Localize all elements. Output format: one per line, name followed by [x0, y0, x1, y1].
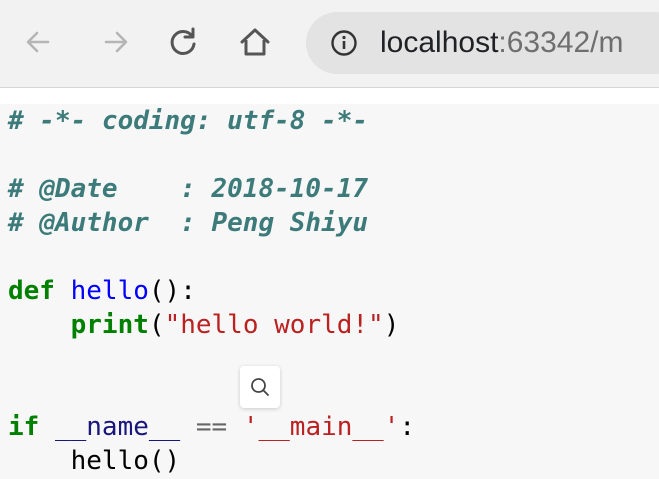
- page-content: # -*- coding: utf-8 -*- # @Date : 2018-1…: [0, 104, 659, 479]
- reload-button[interactable]: [163, 22, 203, 62]
- arrow-left-icon: [26, 31, 50, 53]
- comment-date: # @Date : 2018-10-17: [8, 174, 369, 204]
- home-button[interactable]: [235, 22, 275, 62]
- string-hello-world: "hello world!": [164, 310, 384, 340]
- paren-close: ): [383, 310, 400, 340]
- operator-eq: ==: [195, 412, 228, 442]
- lookup-popup-button[interactable]: [240, 366, 280, 408]
- arrow-right-icon: [104, 31, 128, 53]
- reload-icon: [170, 27, 196, 55]
- paren-open: (: [148, 310, 165, 340]
- builtin-print: print: [70, 310, 149, 340]
- call-hello: hello(): [8, 446, 181, 476]
- function-params: ():: [148, 276, 196, 306]
- home-icon: [240, 28, 270, 56]
- code-line-7: print("hello world!"): [8, 308, 415, 342]
- colon: :: [399, 412, 416, 442]
- browser-toolbar: localhost:63342/m: [0, 0, 659, 88]
- info-circle-icon[interactable]: [330, 29, 358, 57]
- function-name: hello: [70, 276, 149, 306]
- code-line-6: def hello():: [8, 274, 415, 308]
- back-button[interactable]: [18, 22, 58, 62]
- string-main: '__main__': [242, 412, 400, 442]
- keyword-if: if: [8, 412, 40, 442]
- url-text[interactable]: localhost:63342/m: [380, 24, 624, 62]
- code-line-4: # @Author : Peng Shiyu: [8, 206, 415, 240]
- search-icon: [251, 378, 269, 396]
- address-bar[interactable]: localhost:63342/m: [306, 12, 659, 74]
- code-block: # -*- coding: utf-8 -*- # @Date : 2018-1…: [8, 104, 415, 478]
- dunder-name: __name__: [54, 412, 181, 442]
- code-line-11: hello(): [8, 444, 415, 478]
- code-line-10: if __name__ == '__main__':: [8, 410, 415, 444]
- keyword-def: def: [8, 276, 55, 306]
- comment-author: # @Author : Peng Shiyu: [8, 208, 369, 238]
- code-line-3: # @Date : 2018-10-17: [8, 172, 415, 206]
- code-line-1: # -*- coding: utf-8 -*-: [8, 104, 415, 138]
- url-path: :63342/m: [498, 26, 624, 59]
- url-host: localhost: [380, 26, 499, 59]
- forward-button[interactable]: [96, 22, 136, 62]
- comment-coding: # -*- coding: utf-8 -*-: [8, 106, 369, 136]
